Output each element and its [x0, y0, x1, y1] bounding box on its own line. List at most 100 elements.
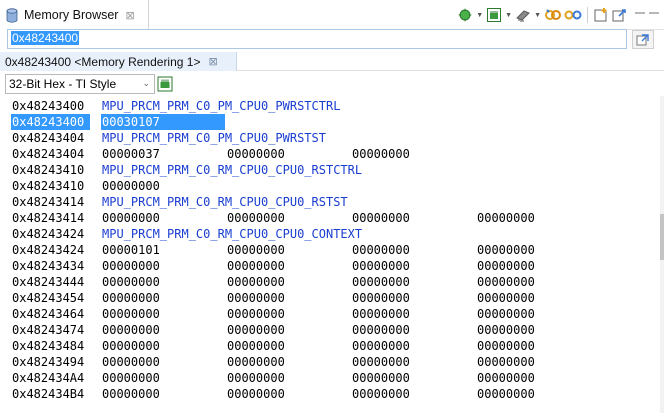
memory-address: 0x48243400 [11, 114, 90, 130]
memory-value-cell[interactable]: 00000000 [352, 290, 410, 306]
memory-value-cell[interactable]: 00000000 [227, 322, 285, 338]
close-icon[interactable]: ⊠ [125, 9, 134, 22]
memory-value-cell[interactable]: 00000000 [102, 354, 160, 370]
memory-value-cell[interactable]: 00000000 [352, 146, 410, 162]
format-row: 32-Bit Hex - TI Style ⌄ [0, 73, 664, 95]
memory-row[interactable]: 0x48243454 00000000 00000000 00000000 000000… [0, 290, 664, 306]
memory-value-cell[interactable]: 00000000 [102, 290, 160, 306]
memory-value-cell[interactable]: 00000000 [352, 338, 410, 354]
pin-icon[interactable] [611, 5, 627, 25]
memory-value-cell[interactable]: 00000000 [352, 354, 410, 370]
memory-address: 0x482434B4 [12, 387, 85, 401]
memory-value-cell[interactable]: 00000000 [102, 258, 160, 274]
memory-value-cell[interactable]: 00000000 [102, 306, 160, 322]
register-name: MPU_PRCM_PRM_C0_PM_CPU0_PWRSTCTRL [102, 99, 341, 113]
go-icon [636, 33, 649, 45]
scrollbar-thumb[interactable] [660, 214, 664, 260]
memory-value-cell[interactable]: 00000000 [352, 306, 410, 322]
register-header-row[interactable]: 0x48243410 MPU_PRCM_PRM_C0_RM_CPU0_CPU0_R… [0, 162, 664, 178]
memory-value-cell[interactable]: 00000000 [102, 338, 160, 354]
memory-row[interactable]: 0x48243400 00030107 [0, 114, 664, 130]
memory-value-cell[interactable]: 00000000 [477, 274, 535, 290]
memory-row[interactable]: 0x48243444 00000000 00000000 00000000 000000… [0, 274, 664, 290]
memory-value-cell[interactable]: 00000000 [227, 210, 285, 226]
memory-row[interactable]: 0x48243410 00000000 [0, 178, 664, 194]
memory-value-cell[interactable]: 00000000 [227, 306, 285, 322]
memory-chip-icon[interactable] [157, 76, 173, 92]
chevron-down-icon[interactable]: ▼ [505, 12, 512, 19]
memory-row[interactable]: 0x48243474 00000000 00000000 00000000 000000… [0, 322, 664, 338]
register-header-row[interactable]: 0x48243414 MPU_PRCM_PRM_C0_RM_CPU0_CPU0_R… [0, 194, 664, 210]
memory-value-cell[interactable]: 00000000 [227, 146, 285, 162]
address-input[interactable]: 0x48243400 [7, 29, 627, 49]
memory-value-cell[interactable]: 00000000 [352, 258, 410, 274]
memory-address: 0x48243404 [12, 147, 85, 161]
memory-row[interactable]: 0x482434B4 00000000 00000000 00000000 000000… [0, 386, 664, 402]
memory-value-cell[interactable]: 00000000 [227, 274, 285, 290]
memory-row[interactable]: 0x48243434 00000000 00000000 00000000 000000… [0, 258, 664, 274]
memory-value-cell[interactable]: 00000000 [102, 370, 160, 386]
memory-value-cell[interactable]: 00000000 [102, 274, 160, 290]
memory-value-cell[interactable]: 00000000 [227, 386, 285, 402]
memory-value-cell[interactable]: 00000000 [352, 274, 410, 290]
memory-value-cell[interactable]: 00000000 [227, 290, 285, 306]
memory-export-icon[interactable] [515, 5, 531, 25]
memory-row[interactable]: 0x48243424 00000101 00000000 00000000 000000… [0, 242, 664, 258]
memory-value-cell[interactable]: 00000000 [352, 322, 410, 338]
register-header-row[interactable]: 0x48243400 MPU_PRCM_PRM_C0_PM_CPU0_PWRSTC… [0, 98, 664, 114]
memory-value-cell[interactable]: 00000000 [477, 258, 535, 274]
format-select[interactable]: 32-Bit Hex - TI Style ⌄ [5, 74, 155, 94]
memory-value-cell[interactable]: 00000000 [227, 242, 285, 258]
memory-value-cell[interactable]: 00000000 [352, 210, 410, 226]
memory-value-cell[interactable]: 00000000 [227, 258, 285, 274]
memory-value-cell[interactable]: 00000000 [477, 354, 535, 370]
new-tab-icon[interactable] [593, 5, 609, 25]
memory-value-cell[interactable]: 00000000 [102, 210, 160, 226]
maximize-icon[interactable] [648, 5, 660, 25]
memory-value-cell[interactable]: 00000000 [477, 386, 535, 402]
memory-row[interactable]: 0x48243484 00000000 00000000 00000000 000000… [0, 338, 664, 354]
memory-address: 0x48243464 [12, 307, 85, 321]
memory-value-cell[interactable]: 00000000 [227, 370, 285, 386]
memory-value-cell[interactable]: 00000000 [477, 338, 535, 354]
memory-value-cell[interactable]: 00000000 [477, 242, 535, 258]
memory-value-cell[interactable]: 00000101 [102, 242, 160, 258]
rendering-tabbar: 0x48243400 <Memory Rendering 1> ⊠ [0, 52, 664, 71]
memory-rendering-area[interactable]: 0x48243400 MPU_PRCM_PRM_C0_PM_CPU0_PWRSTC… [0, 96, 664, 413]
link-icon[interactable] [544, 5, 562, 25]
memory-row[interactable]: 0x48243404 00000037 00000000 00000000 [0, 146, 664, 162]
memory-value-cell[interactable]: 00000000 [477, 306, 535, 322]
memory-value-cell[interactable]: 00000000 [102, 386, 160, 402]
refresh-icon[interactable] [457, 5, 473, 25]
memory-value-cell[interactable]: 00000000 [227, 338, 285, 354]
register-header-row[interactable]: 0x48243404 MPU_PRCM_PRM_C0_PM_CPU0_PWRSTS… [0, 130, 664, 146]
chevron-down-icon[interactable]: ▼ [534, 12, 541, 19]
memory-browser-tab[interactable]: Memory Browser ⊠ [0, 0, 149, 30]
chevron-down-icon[interactable]: ▼ [476, 12, 483, 19]
memory-row[interactable]: 0x48243414 00000000 00000000 00000000 000000… [0, 210, 664, 226]
memory-value-cell[interactable]: 00000000 [352, 370, 410, 386]
memory-chip-icon[interactable] [486, 5, 502, 25]
memory-value-cell[interactable]: 00000000 [227, 354, 285, 370]
memory-value-cell[interactable]: 00000000 [477, 322, 535, 338]
memory-row[interactable]: 0x48243464 00000000 00000000 00000000 000000… [0, 306, 664, 322]
memory-address: 0x48243434 [12, 259, 85, 273]
unlink-icon[interactable] [564, 5, 582, 25]
memory-value-cell[interactable]: 00000000 [352, 386, 410, 402]
memory-value-cell[interactable]: 00000000 [102, 178, 160, 194]
memory-value-cell[interactable]: 00000000 [477, 210, 535, 226]
minimize-icon[interactable] [634, 5, 646, 25]
go-to-address-button[interactable] [632, 30, 654, 49]
memory-row[interactable]: 0x48243494 00000000 00000000 00000000 000000… [0, 354, 664, 370]
close-icon[interactable]: ⊠ [208, 55, 217, 68]
memory-value-cell[interactable]: 00000037 [102, 146, 160, 162]
memory-value-cell[interactable]: 00000000 [477, 370, 535, 386]
memory-value-cell[interactable]: 00000000 [102, 322, 160, 338]
memory-row[interactable]: 0x482434A4 00000000 00000000 00000000 000000… [0, 370, 664, 386]
memory-rendering-tab[interactable]: 0x48243400 <Memory Rendering 1> ⊠ [0, 52, 237, 71]
memory-value-cell[interactable]: 00000000 [477, 290, 535, 306]
memory-value-cell[interactable]: 00000000 [352, 242, 410, 258]
memory-value-cell[interactable]: 00030107 [101, 114, 225, 130]
vertical-scrollbar[interactable] [660, 96, 664, 413]
register-header-row[interactable]: 0x48243424 MPU_PRCM_PRM_C0_RM_CPU0_CPU0_C… [0, 226, 664, 242]
